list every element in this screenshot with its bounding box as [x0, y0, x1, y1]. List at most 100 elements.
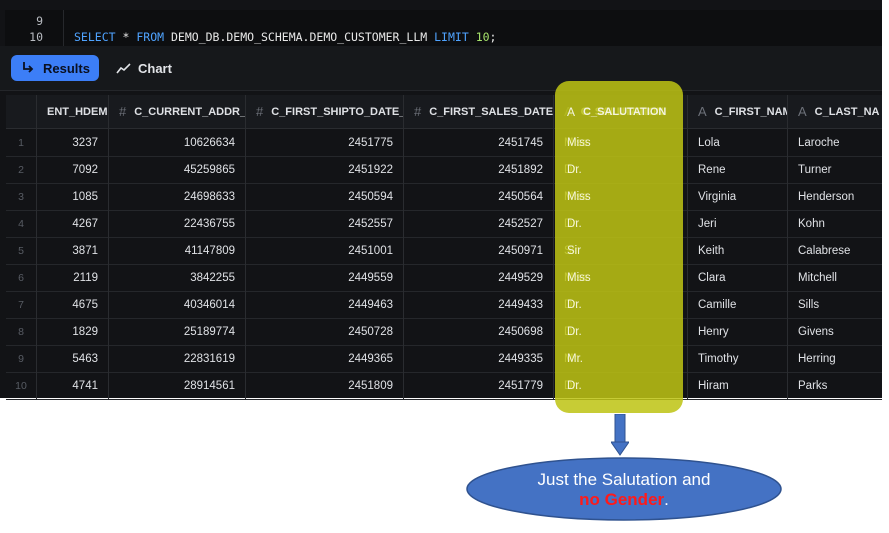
table-cell[interactable]: 2449559	[246, 264, 404, 291]
column-header[interactable]: # C_CURRENT_ADDR_:	[109, 95, 246, 128]
table-cell[interactable]: Calabrese	[788, 237, 882, 264]
table-cell[interactable]: 28914561	[109, 372, 246, 399]
sql-number: 10	[475, 30, 490, 44]
table-row[interactable]: 954632283161924493652449335 Mr. TimothyHer…	[6, 345, 882, 373]
row-number-cell: 8	[6, 318, 37, 345]
salutation-cell: Dr.	[567, 325, 582, 338]
table-cell[interactable]: 1085	[37, 183, 109, 210]
table-cell[interactable]: Henderson	[788, 183, 882, 210]
salutation-cell: Dr.	[567, 379, 582, 392]
results-panel: 9 10 SELECT * FROM DEMO_DB.DEMO_SCHEMA.D…	[0, 0, 882, 400]
table-cell[interactable]: Camille	[688, 291, 788, 318]
results-tab-button[interactable]: Results	[11, 55, 99, 81]
row-number-cell: 6	[6, 264, 37, 291]
table-cell[interactable]: 2449529	[404, 264, 554, 291]
table-row[interactable]: 746754034601424494632449433 Dr. CamilleSil…	[6, 291, 882, 319]
table-row[interactable]: 1047412891456124518092451779 Dr. HiramPark…	[6, 372, 882, 400]
table-cell[interactable]: 2451779	[404, 372, 554, 399]
table-cell[interactable]: 2450594	[246, 183, 404, 210]
table-cell[interactable]: 3842255	[109, 264, 246, 291]
table-cell[interactable]: Henry	[688, 318, 788, 345]
table-cell[interactable]: 4675	[37, 291, 109, 318]
table-cell[interactable]: 2451001	[246, 237, 404, 264]
table-row[interactable]: 538714114780924510012450971 Sir KeithCalab…	[6, 237, 882, 265]
row-number-cell: 4	[6, 210, 37, 237]
table-row[interactable]: 270924525986524519222451892 Dr. ReneTurner	[6, 156, 882, 184]
column-header[interactable]: ENT_HDEMO_:	[37, 95, 109, 128]
table-cell[interactable]: 2451775	[246, 129, 404, 156]
sql-keyword: SELECT	[74, 30, 116, 44]
table-cell[interactable]: Lola	[688, 129, 788, 156]
table-cell[interactable]: Laroche	[788, 129, 882, 156]
table-cell[interactable]: Timothy	[688, 345, 788, 372]
table-cell[interactable]: 7092	[37, 156, 109, 183]
table-cell[interactable]: 2451809	[246, 372, 404, 399]
table-header-row: ENT_HDEMO_: #C_CURRENT_ADDR_: #C_FIRST_S…	[6, 95, 882, 129]
table-cell[interactable]: 2450698	[404, 318, 554, 345]
sql-semicolon: ;	[489, 30, 497, 44]
table-cell[interactable]: Turner	[788, 156, 882, 183]
table-cell[interactable]: 4741	[37, 372, 109, 399]
table-cell[interactable]: 40346014	[109, 291, 246, 318]
table-row[interactable]: 442672243675524525572452527 Dr. JeriKohn	[6, 210, 882, 238]
table-cell[interactable]: 24698633	[109, 183, 246, 210]
column-header[interactable]: A C_FIRST_NAM	[688, 95, 788, 128]
number-type-icon: #	[414, 104, 422, 119]
table-cell[interactable]: Givens	[788, 318, 882, 345]
table-cell[interactable]: 25189774	[109, 318, 246, 345]
table-cell[interactable]: 2449433	[404, 291, 554, 318]
table-cell[interactable]: 5463	[37, 345, 109, 372]
table-cell[interactable]: Herring	[788, 345, 882, 372]
table-cell[interactable]: Mitchell	[788, 264, 882, 291]
table-row[interactable]: 132371062663424517752451745 Miss LolaLaroc…	[6, 129, 882, 157]
table-cell[interactable]: 2449365	[246, 345, 404, 372]
salutation-cell: Dr.	[567, 217, 582, 230]
table-cell[interactable]: 2452557	[246, 210, 404, 237]
table-cell[interactable]: 2451745	[404, 129, 554, 156]
table-cell[interactable]: Sills	[788, 291, 882, 318]
table-cell[interactable]: 2119	[37, 264, 109, 291]
chart-tab-button[interactable]: Chart	[116, 55, 172, 81]
table-cell[interactable]: 2451922	[246, 156, 404, 183]
sql-code-line[interactable]: SELECT * FROM DEMO_DB.DEMO_SCHEMA.DEMO_C…	[74, 30, 496, 44]
table-cell[interactable]: 22831619	[109, 345, 246, 372]
table-row[interactable]: 310852469863324505942450564 Miss VirginiaH…	[6, 183, 882, 211]
table-cell[interactable]: 2450564	[404, 183, 554, 210]
chart-label: Chart	[138, 60, 172, 76]
table-cell[interactable]: 22436755	[109, 210, 246, 237]
table-cell[interactable]: Jeri	[688, 210, 788, 237]
line-number-gutter: 9 10	[5, 10, 64, 46]
text-type-icon: A	[798, 104, 807, 119]
sql-editor[interactable]: 9 10 SELECT * FROM DEMO_DB.DEMO_SCHEMA.D…	[5, 10, 882, 46]
column-header[interactable]: # C_FIRST_SALES_DATE_	[404, 95, 554, 128]
table-cell[interactable]: 2450971	[404, 237, 554, 264]
column-header[interactable]: # C_FIRST_SHIPTO_DATE_	[246, 95, 404, 128]
table-cell[interactable]: Parks	[788, 372, 882, 399]
table-row[interactable]: 62119384225524495592449529 Miss ClaraMitch…	[6, 264, 882, 292]
callout-text: Just the Salutation and no Gender.	[537, 470, 711, 509]
salutation-cell: Miss	[567, 271, 591, 284]
table-cell[interactable]: 2450728	[246, 318, 404, 345]
sql-keyword: LIMIT	[434, 30, 469, 44]
table-cell[interactable]: Kohn	[788, 210, 882, 237]
table-cell[interactable]: 2452527	[404, 210, 554, 237]
table-cell[interactable]: 45259865	[109, 156, 246, 183]
table-cell[interactable]: Hiram	[688, 372, 788, 399]
table-row[interactable]: 818292518977424507282450698 Dr. HenryGiven…	[6, 318, 882, 346]
table-cell[interactable]: Keith	[688, 237, 788, 264]
callout-emphasis: no Gender	[579, 490, 665, 509]
table-cell[interactable]: Rene	[688, 156, 788, 183]
table-cell[interactable]: 2449335	[404, 345, 554, 372]
table-cell[interactable]: 2451892	[404, 156, 554, 183]
table-cell[interactable]: Virginia	[688, 183, 788, 210]
table-cell[interactable]: 4267	[37, 210, 109, 237]
table-cell[interactable]: 2449463	[246, 291, 404, 318]
table-cell[interactable]: Clara	[688, 264, 788, 291]
column-header[interactable]: A C_LAST_NA	[788, 95, 882, 128]
table-cell[interactable]: 10626634	[109, 129, 246, 156]
table-cell[interactable]: 3871	[37, 237, 109, 264]
table-cell[interactable]: 3237	[37, 129, 109, 156]
sql-keyword: FROM	[136, 30, 165, 44]
table-cell[interactable]: 41147809	[109, 237, 246, 264]
table-cell[interactable]: 1829	[37, 318, 109, 345]
